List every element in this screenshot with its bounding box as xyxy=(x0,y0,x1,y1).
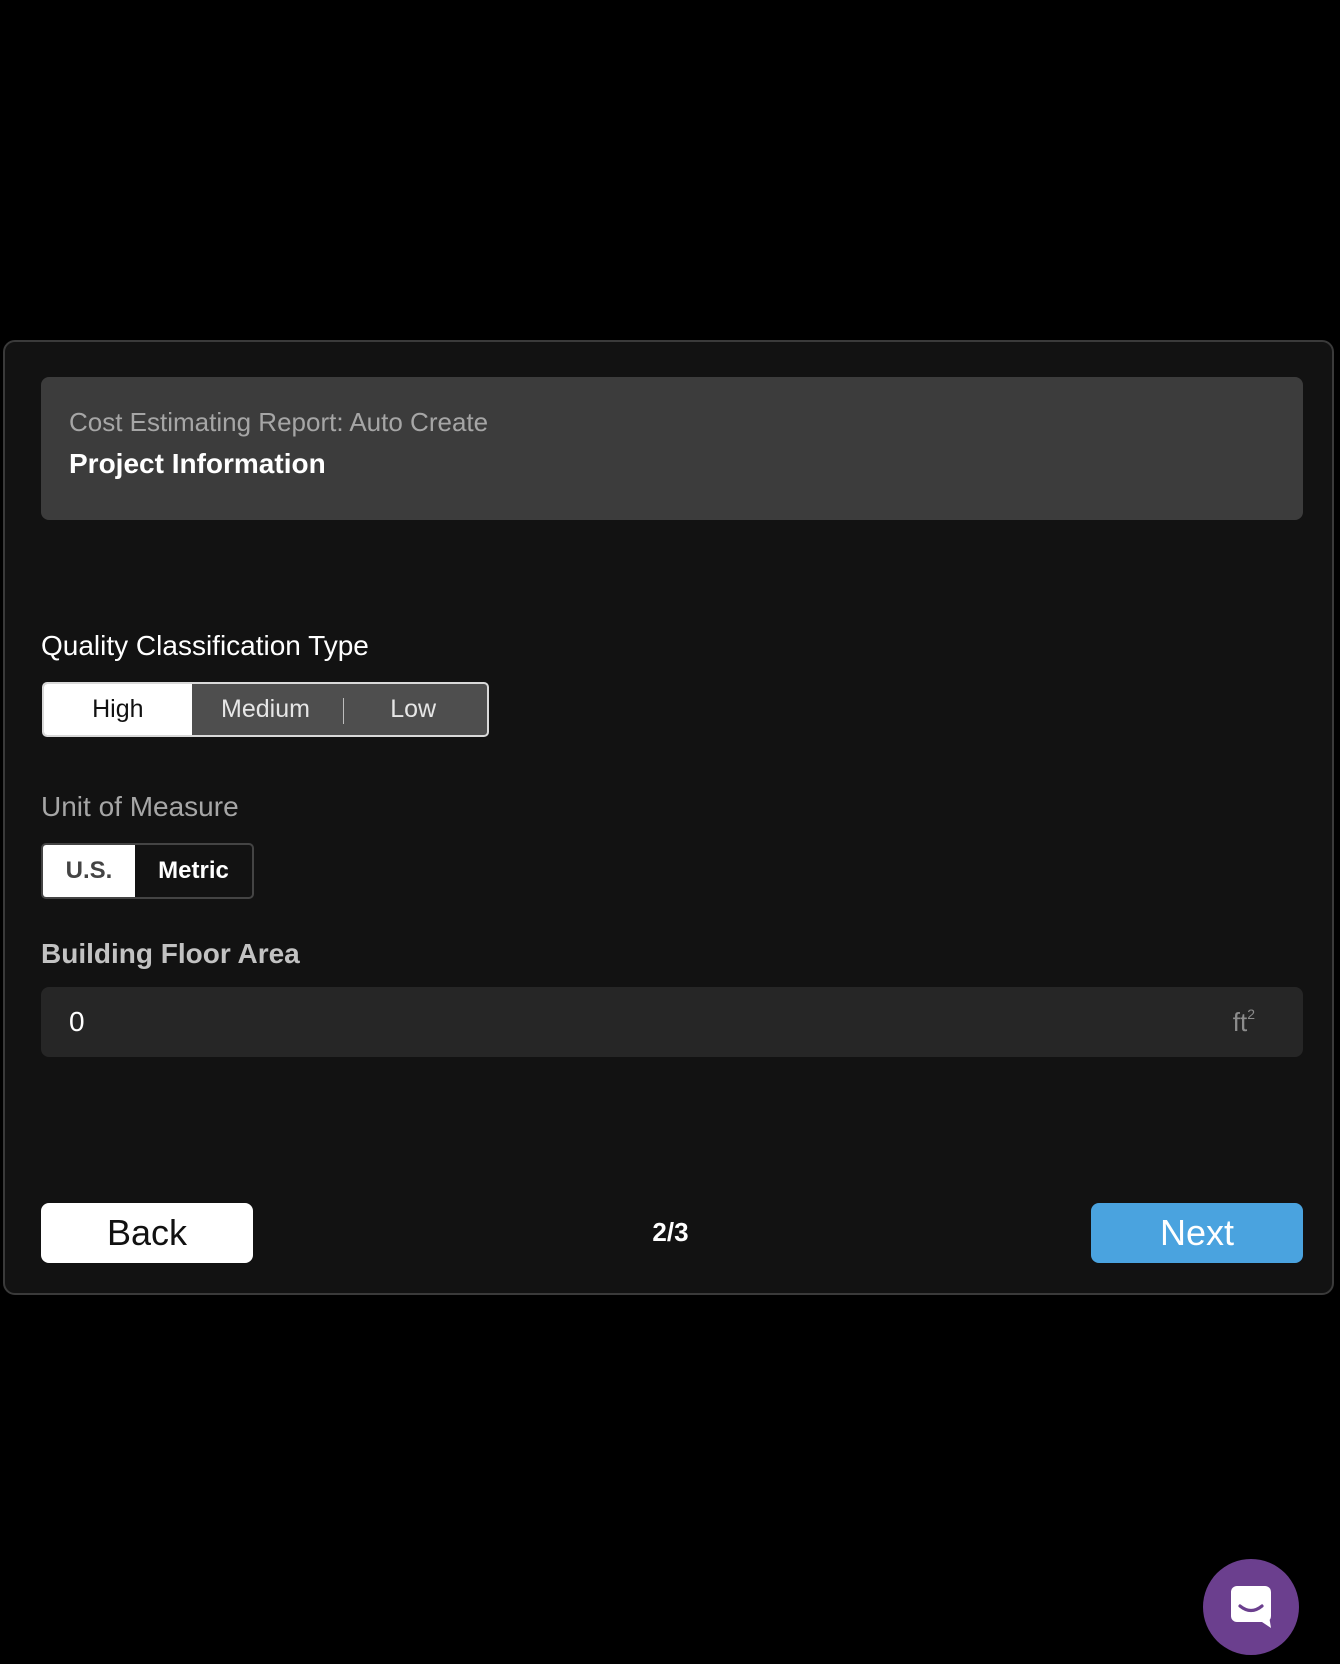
quality-classification-label: Quality Classification Type xyxy=(41,630,369,661)
quality-option-low[interactable]: Low xyxy=(339,684,487,735)
unit-of-measure-label: Unit of Measure xyxy=(41,791,239,822)
building-floor-area-input[interactable]: 0 ft2 xyxy=(41,987,1303,1057)
report-dialog: Cost Estimating Report: Auto Create Proj… xyxy=(3,340,1334,1295)
unit-option-us[interactable]: U.S. xyxy=(43,845,135,897)
unit-option-metric[interactable]: Metric xyxy=(135,845,252,897)
next-button[interactable]: Next xyxy=(1091,1203,1303,1263)
dialog-subtitle: Cost Estimating Report: Auto Create xyxy=(69,407,489,437)
area-unit-suffix: ft2 xyxy=(1233,1006,1255,1038)
dialog-header: Cost Estimating Report: Auto Create Proj… xyxy=(41,377,1303,520)
area-unit-exponent: 2 xyxy=(1247,1006,1255,1022)
unit-of-measure-selector: U.S. Metric xyxy=(41,843,254,899)
chat-launcher-button[interactable] xyxy=(1203,1559,1299,1655)
chat-bubble-icon xyxy=(1231,1586,1271,1628)
quality-classification-selector: High Medium Low xyxy=(42,682,489,737)
quality-option-medium[interactable]: Medium xyxy=(192,684,340,735)
area-unit-base: ft xyxy=(1232,1007,1248,1037)
building-floor-area-label: Building Floor Area xyxy=(41,938,300,969)
dialog-title: Project Information xyxy=(69,448,326,479)
area-value: 0 xyxy=(69,1006,85,1037)
quality-option-high[interactable]: High xyxy=(44,684,192,735)
segment-divider xyxy=(343,698,344,724)
